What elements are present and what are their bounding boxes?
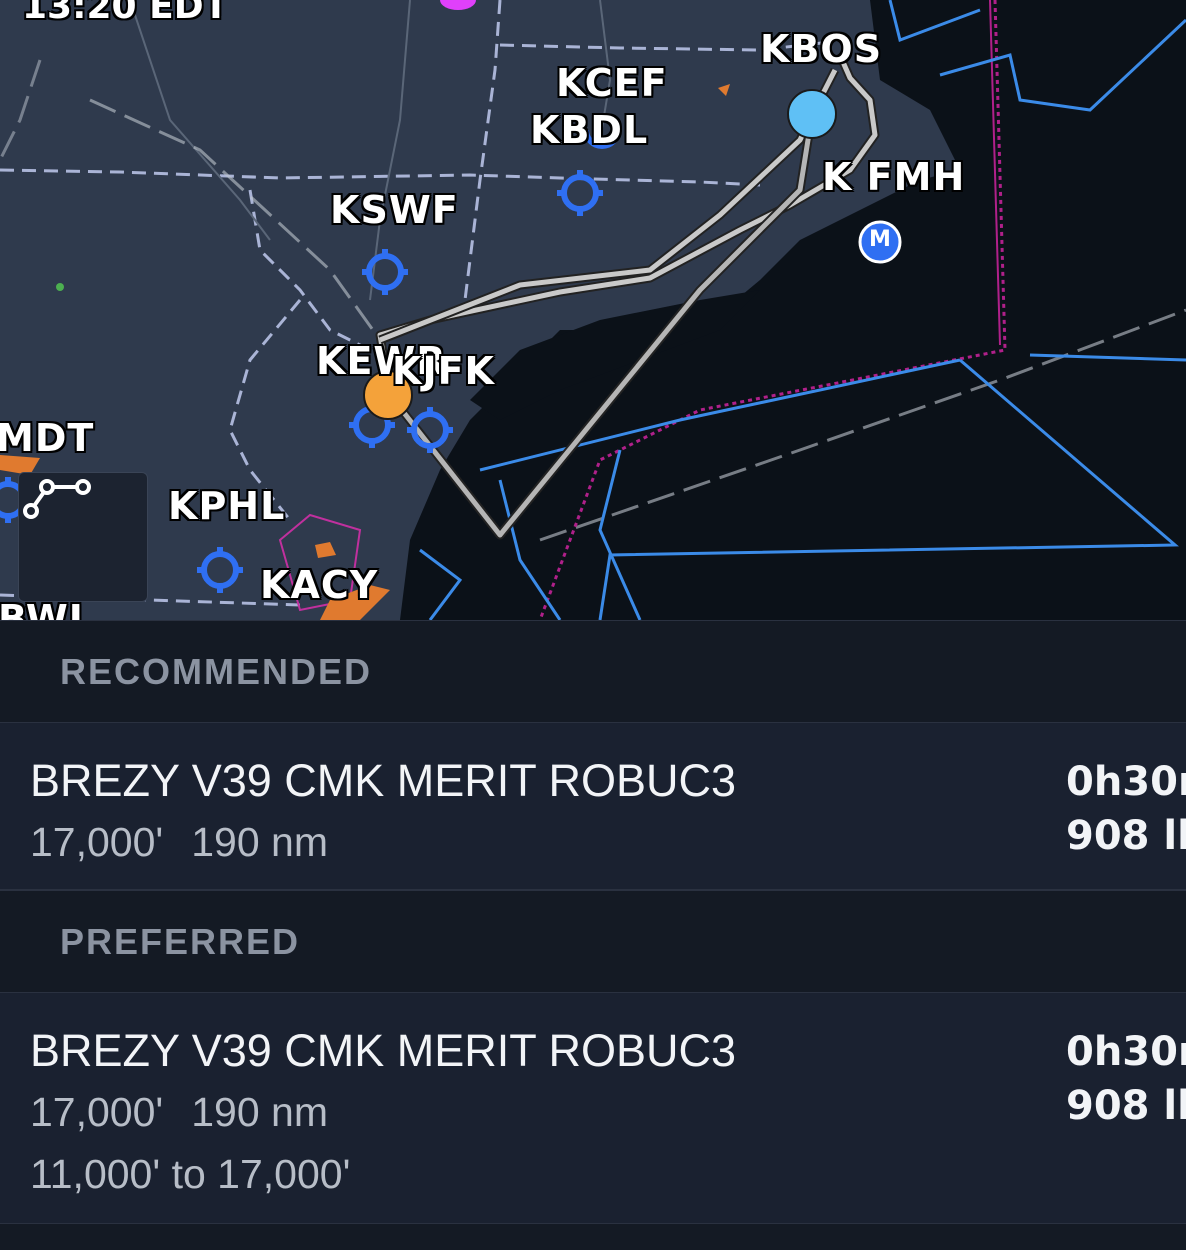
airport-label-kbos[interactable]: KBOS [760, 30, 882, 68]
tfr-area [718, 84, 730, 96]
airport-label-kbdl[interactable]: KBDL [530, 111, 648, 149]
destination-marker[interactable] [787, 89, 837, 139]
poi-marker [440, 0, 476, 10]
route-fuel: 908 lb [1066, 1083, 1186, 1129]
military-badge-label: M [869, 227, 891, 252]
tfr-area [315, 542, 336, 558]
airport-label-kmdt[interactable]: MDT [0, 419, 94, 457]
state-border [0, 168, 761, 187]
route-name: BREZY V39 CMK MERIT ROBUC3 [30, 1025, 737, 1076]
airport-icon-kswf[interactable] [362, 249, 408, 295]
map-view[interactable]: 13:20 EDT KBOS KCEF KBDL K FMH KSWF KEWR… [0, 0, 1186, 620]
airport-label-kjfk[interactable]: KJFK [392, 352, 495, 390]
route-list-panel: RECOMMENDED BREZY V39 CMK MERIT ROBUC3 1… [0, 620, 1186, 1250]
route-details: 17,000' 190 nm [30, 1089, 356, 1136]
route-altitude-range: 11,000' to 17,000' [30, 1151, 351, 1197]
route-row-recommended[interactable]: BREZY V39 CMK MERIT ROBUC3 17,000' 190 nm… [0, 722, 1186, 890]
route-details: 17,000' 190 nm [30, 819, 356, 866]
status-time: 13:20 EDT [22, 0, 229, 27]
route-name: BREZY V39 CMK MERIT ROBUC3 [30, 755, 737, 806]
route-altitude: 17,000' [30, 1089, 164, 1135]
state-border [463, 0, 502, 301]
airport-label-kacy[interactable]: KACY [260, 566, 378, 604]
weather-cell [56, 283, 64, 291]
airport-label-kbwi[interactable]: BWI [0, 600, 84, 620]
airport-icon-kphl[interactable] [197, 547, 243, 593]
route-button[interactable] [18, 472, 148, 602]
airport-label-kfmh[interactable]: K FMH [822, 158, 965, 196]
airport-label-kphl[interactable]: KPHL [168, 487, 285, 525]
airport-icon-kbdl[interactable] [557, 170, 603, 216]
section-header-recommended: RECOMMENDED [0, 620, 1186, 722]
route-altitude: 17,000' [30, 819, 164, 865]
route-icon [23, 479, 91, 519]
airway-line [0, 59, 42, 161]
route-distance: 190 nm [191, 819, 328, 865]
route-row-preferred[interactable]: BREZY V39 CMK MERIT ROBUC3 17,000' 190 nm… [0, 992, 1186, 1224]
airport-label-kswf[interactable]: KSWF [330, 191, 459, 229]
section-header-preferred: PREFERRED [0, 890, 1186, 992]
airport-icon-kjfk[interactable] [407, 407, 453, 453]
airport-label-kcef[interactable]: KCEF [556, 64, 668, 102]
route-time: 0h30m [1066, 1029, 1186, 1075]
river [129, 0, 271, 241]
ocean-area [400, 0, 1186, 620]
route-time: 0h30m [1066, 759, 1186, 805]
route-distance: 190 nm [191, 1089, 328, 1135]
route-fuel: 908 lb [1066, 813, 1186, 859]
